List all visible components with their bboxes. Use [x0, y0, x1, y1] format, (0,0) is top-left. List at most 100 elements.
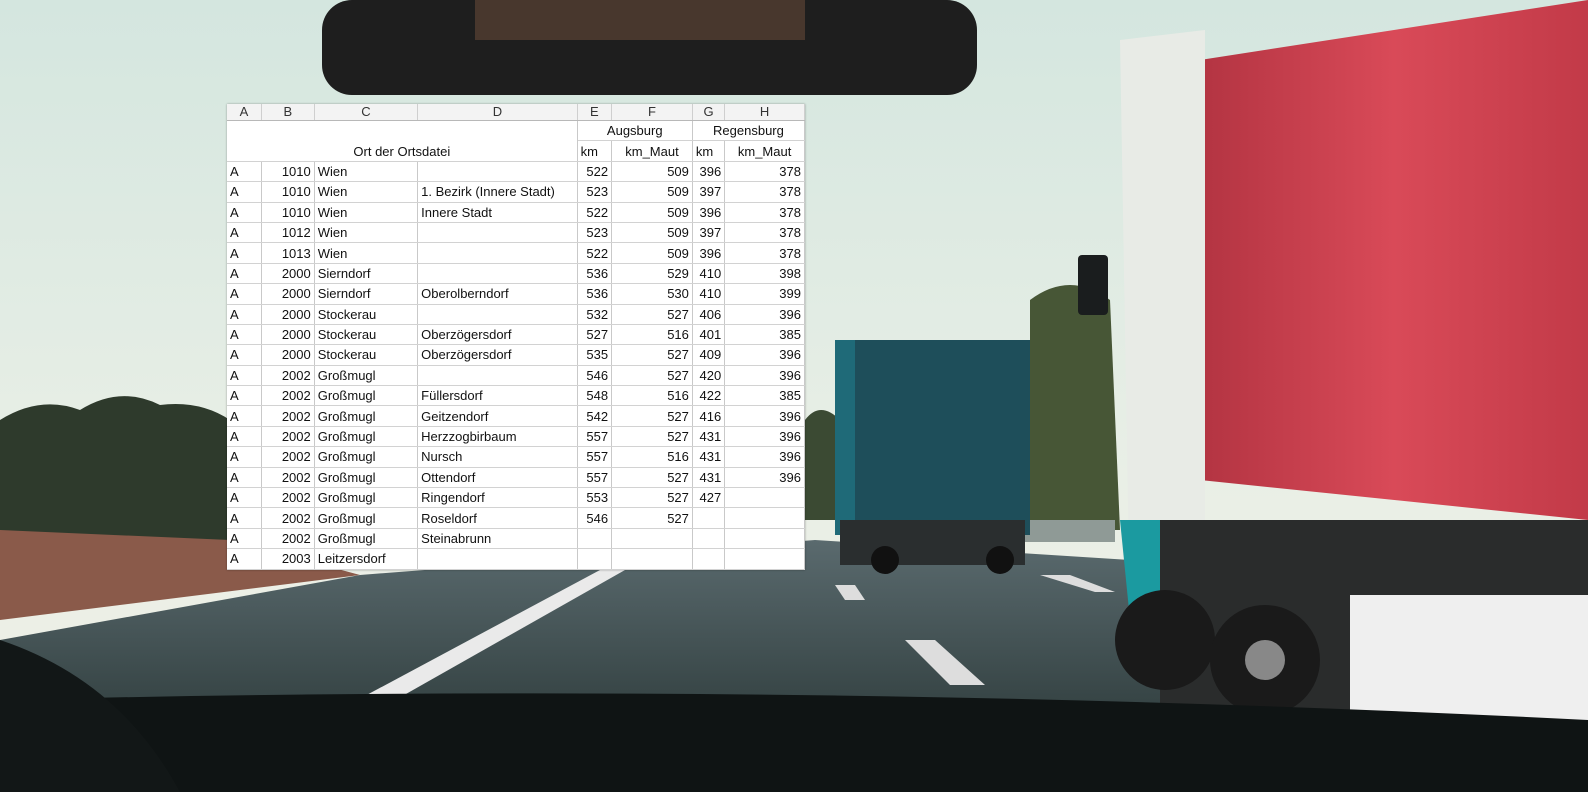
cell-town[interactable]: Großmugl — [314, 507, 419, 529]
cell-postcode[interactable]: 2002 — [261, 446, 315, 468]
cell-locality[interactable]: Geitzendorf — [417, 405, 578, 427]
cell-country[interactable]: A — [227, 426, 262, 448]
cell-augsburg-km[interactable]: 532 — [577, 304, 613, 325]
cell-regensburg-km[interactable]: 410 — [692, 263, 726, 285]
cell-country[interactable]: A — [227, 324, 262, 346]
cell-regensburg-km-maut[interactable]: 396 — [724, 304, 805, 325]
cell-augsburg-km-maut[interactable]: 527 — [611, 487, 693, 509]
header-blank-d[interactable] — [417, 120, 578, 141]
cell-augsburg-km-maut[interactable]: 509 — [611, 222, 693, 244]
cell-augsburg-km-maut[interactable]: 529 — [611, 263, 693, 285]
cell-regensburg-km[interactable]: 397 — [692, 181, 726, 203]
cell-regensburg-km[interactable]: 396 — [692, 202, 726, 223]
cell-locality[interactable] — [417, 304, 578, 325]
cell-locality[interactable]: Nursch — [417, 446, 578, 468]
cell-town[interactable]: Großmugl — [314, 385, 419, 407]
cell-country[interactable]: A — [227, 365, 262, 387]
cell-augsburg-km[interactable]: 523 — [577, 222, 613, 244]
cell-town[interactable]: Stockerau — [314, 324, 419, 346]
cell-regensburg-km-maut[interactable]: 378 — [724, 202, 805, 223]
cell-country[interactable]: A — [227, 283, 262, 305]
cell-town[interactable]: Großmugl — [314, 528, 419, 550]
cell-postcode[interactable]: 1013 — [261, 242, 315, 264]
cell-country[interactable]: A — [227, 263, 262, 285]
cell-postcode[interactable]: 2002 — [261, 487, 315, 509]
cell-country[interactable]: A — [227, 344, 262, 366]
column-header-e[interactable]: E — [577, 104, 613, 121]
cell-locality[interactable]: Steinabrunn — [417, 528, 578, 550]
cell-augsburg-km[interactable]: 522 — [577, 202, 613, 223]
cell-regensburg-km[interactable]: 396 — [692, 242, 726, 264]
cell-augsburg-km[interactable]: 522 — [577, 242, 613, 264]
cell-regensburg-km[interactable]: 431 — [692, 446, 726, 468]
cell-regensburg-km-maut[interactable]: 378 — [724, 242, 805, 264]
cell-locality[interactable]: Füllersdorf — [417, 385, 578, 407]
cell-locality[interactable] — [417, 365, 578, 387]
cell-town[interactable]: Sierndorf — [314, 283, 419, 305]
cell-regensburg-km[interactable]: 431 — [692, 467, 726, 489]
cell-augsburg-km-maut[interactable]: 527 — [611, 426, 693, 448]
header-km-augsburg[interactable]: km — [577, 140, 613, 162]
cell-town[interactable]: Stockerau — [314, 304, 419, 325]
cell-town[interactable]: Wien — [314, 202, 419, 223]
cell-augsburg-km[interactable] — [577, 528, 613, 550]
header-km-maut-regensburg[interactable]: km_Maut — [724, 140, 805, 162]
cell-regensburg-km-maut[interactable]: 396 — [724, 467, 805, 489]
cell-postcode[interactable]: 2000 — [261, 283, 315, 305]
cell-regensburg-km-maut[interactable]: 399 — [724, 283, 805, 305]
cell-regensburg-km-maut[interactable]: 385 — [724, 385, 805, 407]
cell-postcode[interactable]: 2002 — [261, 365, 315, 387]
cell-augsburg-km-maut[interactable]: 527 — [611, 405, 693, 427]
cell-locality[interactable] — [417, 242, 578, 264]
cell-regensburg-km-maut[interactable]: 396 — [724, 365, 805, 387]
cell-augsburg-km[interactable]: 522 — [577, 161, 613, 183]
cell-augsburg-km-maut[interactable]: 527 — [611, 304, 693, 325]
cell-augsburg-km-maut[interactable]: 527 — [611, 507, 693, 529]
cell-regensburg-km[interactable]: 410 — [692, 283, 726, 305]
cell-town[interactable]: Wien — [314, 181, 419, 203]
cell-town[interactable]: Leitzersdorf — [314, 548, 419, 570]
column-header-h[interactable]: H — [724, 104, 805, 121]
cell-regensburg-km[interactable]: 422 — [692, 385, 726, 407]
cell-augsburg-km[interactable]: 546 — [577, 365, 613, 387]
cell-regensburg-km[interactable] — [692, 528, 726, 550]
cell-augsburg-km-maut[interactable]: 516 — [611, 446, 693, 468]
cell-country[interactable]: A — [227, 487, 262, 509]
cell-augsburg-km-maut[interactable] — [611, 528, 693, 550]
cell-augsburg-km-maut[interactable]: 530 — [611, 283, 693, 305]
cell-locality[interactable] — [417, 548, 578, 570]
cell-country[interactable]: A — [227, 222, 262, 244]
cell-town[interactable]: Wien — [314, 222, 419, 244]
cell-augsburg-km[interactable]: 548 — [577, 385, 613, 407]
cell-augsburg-km[interactable]: 557 — [577, 467, 613, 489]
header-blank-a[interactable] — [227, 121, 261, 141]
cell-augsburg-km[interactable]: 553 — [577, 487, 613, 509]
cell-regensburg-km-maut[interactable]: 396 — [724, 446, 805, 468]
cell-augsburg-km[interactable]: 557 — [577, 446, 613, 468]
cell-augsburg-km[interactable]: 536 — [577, 263, 613, 285]
cell-town[interactable]: Stockerau — [314, 344, 419, 366]
cell-postcode[interactable]: 2002 — [261, 507, 315, 529]
cell-regensburg-km-maut[interactable]: 396 — [724, 344, 805, 366]
cell-regensburg-km[interactable] — [692, 507, 726, 529]
cell-regensburg-km-maut[interactable]: 378 — [724, 181, 805, 203]
column-header-g[interactable]: G — [692, 104, 726, 121]
cell-regensburg-km[interactable] — [692, 548, 726, 570]
cell-postcode[interactable]: 1012 — [261, 222, 315, 244]
cell-town[interactable]: Wien — [314, 242, 419, 264]
cell-country[interactable]: A — [227, 242, 262, 264]
cell-postcode[interactable]: 2000 — [261, 263, 315, 285]
cell-locality[interactable]: Ottendorf — [417, 467, 578, 489]
cell-augsburg-km-maut[interactable]: 509 — [611, 202, 693, 223]
cell-augsburg-km[interactable] — [577, 548, 613, 570]
cell-town[interactable]: Großmugl — [314, 446, 419, 468]
cell-augsburg-km[interactable]: 535 — [577, 344, 613, 366]
cell-locality[interactable]: 1. Bezirk (Innere Stadt) — [417, 181, 578, 203]
cell-regensburg-km[interactable]: 420 — [692, 365, 726, 387]
cell-regensburg-km-maut[interactable]: 378 — [724, 222, 805, 244]
cell-postcode[interactable]: 2002 — [261, 405, 315, 427]
cell-locality[interactable]: Ringendorf — [417, 487, 578, 509]
header-km-maut-augsburg[interactable]: km_Maut — [611, 140, 693, 162]
cell-country[interactable]: A — [227, 181, 262, 203]
cell-regensburg-km[interactable]: 396 — [692, 161, 726, 183]
